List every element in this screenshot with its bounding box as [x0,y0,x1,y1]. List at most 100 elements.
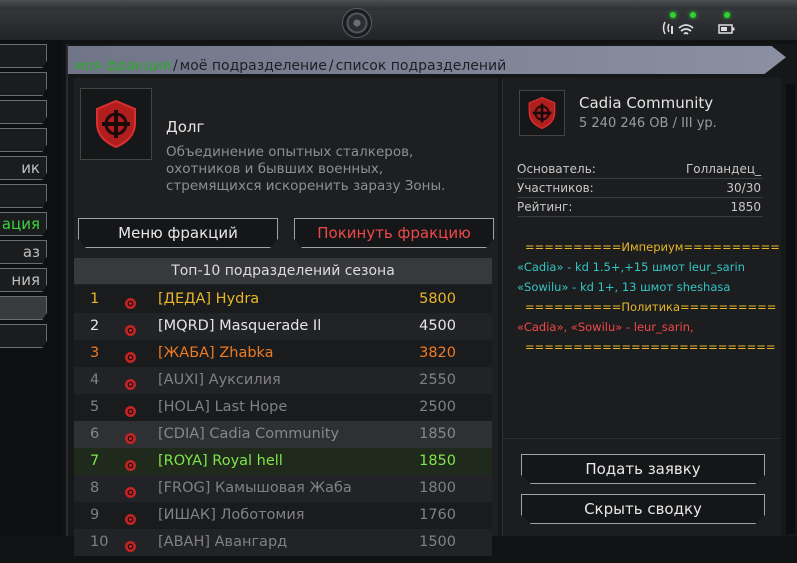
side-menu-item[interactable] [0,44,47,68]
faction-badge-icon [124,374,137,390]
row-rank: 2 [90,318,100,334]
members-value: 30/30 [726,181,761,195]
side-menu: ик ация аз ния [0,40,62,536]
community-subtitle: 5 240 246 OB / III ур. [579,116,717,131]
members-label: Участников: [517,181,594,195]
table-row[interactable]: 2 [MQRD] Masquerade Il 4500 [74,313,492,340]
row-name: [ИШАК] Лоботомия [158,507,305,523]
led-indicator [670,12,676,18]
faction-badge-icon [124,536,137,552]
breadcrumb-my-faction[interactable]: моя фракция [74,58,171,74]
side-menu-item[interactable]: ик [0,156,47,180]
battery-icon [718,22,736,38]
side-menu-item[interactable] [0,128,47,152]
row-rank: 1 [90,291,100,307]
row-name: [АВАН] Авангард [158,534,288,550]
row-name: [MQRD] Masquerade Il [158,318,322,334]
side-menu-item[interactable]: ния [0,268,47,292]
row-rank: 3 [90,345,100,361]
faction-name: Долг [166,118,205,136]
side-menu-item[interactable]: аз [0,240,47,264]
rating-stat: Рейтинг: 1850 [517,198,763,217]
community-panel: Cadia Community 5 240 246 OB / III ур. О… [502,78,781,536]
hide-summary-button[interactable]: Скрыть сводку [521,494,765,524]
camera-icon [342,8,372,38]
led-indicator [724,12,730,18]
row-score: 4500 [419,318,456,334]
row-score: 1850 [419,426,456,442]
community-name: Cadia Community [579,94,714,112]
row-name: [ЖАБА] Zhabka [158,345,274,361]
led-indicator [690,12,696,18]
panel-divider [503,438,781,439]
faction-badge-icon [124,509,137,525]
row-score: 1850 [419,453,456,469]
table-row[interactable]: 4 [AUXI] Ауксилия 2550 [74,367,492,394]
breadcrumb-separator: / [172,58,178,74]
top-units-title: Топ-10 подразделений сезона [74,258,492,284]
row-score: 1500 [419,534,456,550]
row-rank: 6 [90,426,100,442]
row-score: 1800 [419,480,456,496]
breadcrumb: моя фракция / моё подразделение / список под… [74,58,506,74]
rating-label: Рейтинг: [517,200,573,214]
founder-value: Голландец_ [685,162,761,176]
faction-description: Объединение опытных сталкеров, охотников… [166,144,446,194]
community-note: «Cadia», «Sowilu» - leur_sarin, [517,320,694,334]
faction-badge-icon [124,401,137,417]
row-rank: 8 [90,480,100,496]
row-name: [ДЕДА] Hydra [158,291,260,307]
apply-button[interactable]: Подать заявку [521,454,765,484]
faction-badge-icon [124,320,137,336]
table-row[interactable]: 10 [АВАН] Авангард 1500 [74,529,492,556]
row-score: 3820 [419,345,456,361]
row-score: 1760 [419,507,456,523]
top-units-list: 1 [ДЕДА] Hydra 5800 2 [MQRD] Masquerade Il 45… [74,286,492,556]
side-menu-item[interactable] [0,72,47,96]
community-emblem-icon [519,90,565,136]
side-menu-item-faction[interactable]: ация [0,212,47,236]
row-rank: 7 [90,453,100,469]
faction-emblem-icon [80,88,152,160]
faction-badge-icon [124,428,137,444]
row-name: [HOLA] Last Hope [158,399,288,415]
row-name: [FROG] Камышовая Жаба [158,480,352,496]
side-menu-item[interactable] [0,296,47,320]
table-row[interactable]: 6 [CDIA] Cadia Community 1850 [74,421,492,448]
table-row[interactable]: 3 [ЖАБА] Zhabka 3820 [74,340,492,367]
breadcrumb-unit-list[interactable]: список подразделений [336,58,507,74]
faction-badge-icon [124,455,137,471]
community-note: ==========Политика========== [525,300,777,314]
faction-menu-button[interactable]: Меню фракций [78,218,278,248]
leave-faction-button[interactable]: Покинуть фракцию [294,218,494,248]
rating-value: 1850 [730,200,761,214]
row-rank: 5 [90,399,100,415]
members-stat: Участников: 30/30 [517,179,763,198]
table-row[interactable]: 7 [ROYA] Royal hell 1850 [74,448,492,475]
top-bezel [0,0,797,40]
community-note: ========================== [525,340,776,354]
faction-badge-icon [124,347,137,363]
faction-badge-icon [124,482,137,498]
row-score: 5800 [419,291,456,307]
community-note: «Cadia» - kd 1.5+,+15 шмот leur_sarin [517,260,745,274]
side-menu-item[interactable] [0,100,47,124]
row-rank: 4 [90,372,100,388]
row-rank: 10 [90,534,109,550]
table-row[interactable]: 5 [HOLA] Last Hope 2500 [74,394,492,421]
side-menu-item[interactable] [0,184,47,208]
row-name: [CDIA] Cadia Community [158,426,340,442]
breadcrumb-my-unit[interactable]: моё подразделение [180,58,327,74]
side-menu-item[interactable] [0,324,47,348]
row-score: 2550 [419,372,456,388]
table-row[interactable]: 1 [ДЕДА] Hydra 5800 [74,286,492,313]
row-name: [ROYA] Royal hell [158,453,283,469]
row-score: 2500 [419,399,456,415]
community-note: «Sowilu» - kd 1+, 13 шмот sheshasa [517,280,731,294]
table-row[interactable]: 8 [FROG] Камышовая Жаба 1800 [74,475,492,502]
table-row[interactable]: 9 [ИШАК] Лоботомия 1760 [74,502,492,529]
community-note: ==========Империум========== [525,240,780,254]
faction-panel: Долг Объединение опытных сталкеров, охот… [74,78,498,556]
scrollbar[interactable] [786,84,795,534]
faction-badge-icon [124,293,137,309]
